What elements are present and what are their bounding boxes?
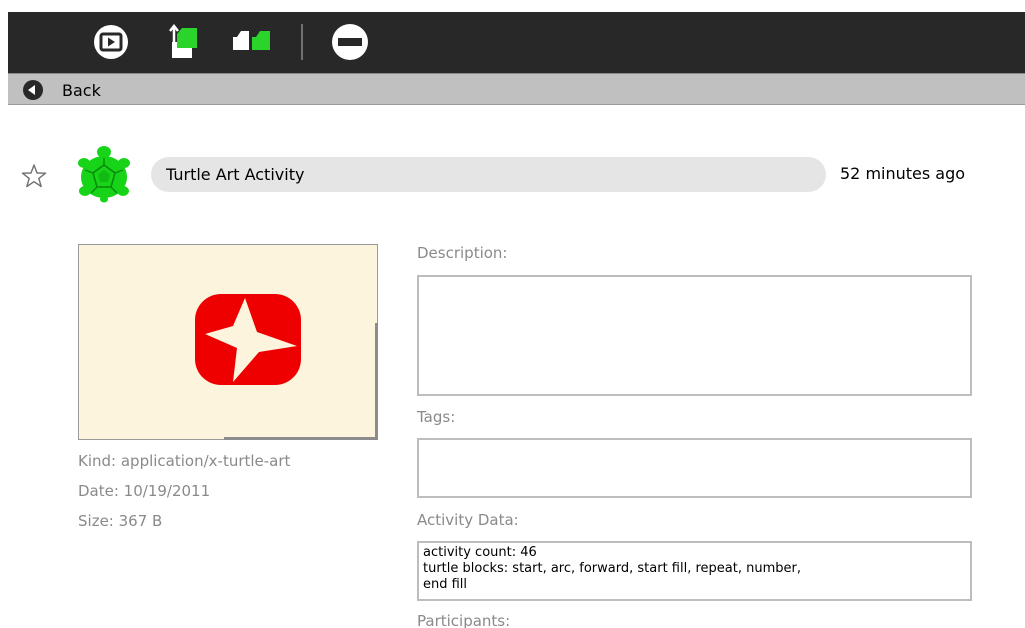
activity-data-line: activity count: 46 bbox=[423, 545, 537, 560]
back-button[interactable]: Back bbox=[22, 78, 101, 102]
date-label: Date: 10/19/2011 bbox=[78, 482, 211, 500]
kind-label: Kind: application/x-turtle-art bbox=[78, 452, 291, 470]
preview-shadow-bottom bbox=[224, 437, 377, 440]
tags-textbox[interactable] bbox=[417, 438, 972, 498]
star-icon bbox=[21, 164, 47, 188]
red-star-shape bbox=[195, 294, 301, 385]
back-arrow-icon bbox=[23, 80, 43, 100]
description-textbox[interactable] bbox=[417, 275, 972, 396]
copy-button[interactable] bbox=[165, 22, 205, 62]
back-label: Back bbox=[62, 80, 101, 100]
duplicate-icon bbox=[233, 31, 270, 50]
timestamp-label: 52 minutes ago bbox=[840, 164, 966, 183]
journal-detail-view: Back 52 minutes ago bbox=[0, 0, 1025, 628]
toolbar-separator bbox=[301, 24, 303, 60]
back-bar: Back bbox=[8, 73, 1025, 105]
activity-data-label: Activity Data: bbox=[417, 511, 519, 529]
size-label: Size: 367 B bbox=[78, 512, 163, 530]
tags-label: Tags: bbox=[417, 408, 456, 426]
activity-data-line: turtle blocks: start, arc, forward, star… bbox=[423, 561, 801, 576]
participants-label: Participants: bbox=[417, 612, 511, 628]
erase-button[interactable] bbox=[330, 22, 370, 62]
activity-data-textbox[interactable]: activity count: 46 turtle blocks: start,… bbox=[417, 541, 972, 601]
preview-image[interactable] bbox=[78, 244, 378, 440]
toolbar bbox=[8, 12, 1025, 73]
description-label: Description: bbox=[417, 244, 508, 262]
resume-button[interactable] bbox=[91, 22, 131, 62]
title-input[interactable] bbox=[151, 157, 826, 192]
duplicate-button[interactable] bbox=[231, 22, 271, 62]
resume-play-icon bbox=[94, 25, 128, 59]
favorite-star-button[interactable] bbox=[21, 163, 47, 189]
copy-to-clipboard-icon bbox=[169, 23, 197, 58]
erase-remove-icon bbox=[332, 24, 368, 60]
preview-shadow-right bbox=[375, 323, 378, 440]
activity-data-line: end fill bbox=[423, 577, 468, 592]
turtle-art-icon bbox=[77, 145, 131, 203]
